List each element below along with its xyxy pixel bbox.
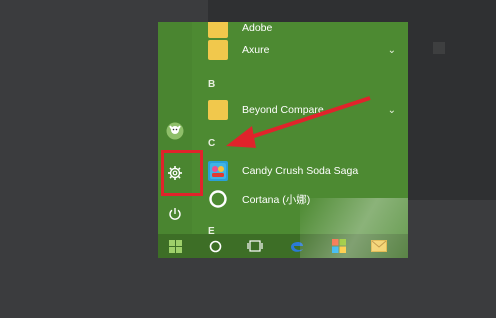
chevron-down-icon[interactable]: ⌄ <box>388 45 396 56</box>
candy-crush-icon <box>208 161 228 181</box>
power-icon[interactable] <box>164 203 186 225</box>
user-avatar-icon[interactable] <box>164 120 186 142</box>
chevron-down-icon[interactable]: ⌄ <box>388 105 396 116</box>
app-label: Beyond Compare <box>242 104 324 116</box>
app-label: Adobe <box>242 22 273 34</box>
cortana-icon <box>208 189 228 209</box>
start-left-rail <box>158 22 192 234</box>
folder-icon <box>208 40 228 60</box>
task-view-icon[interactable] <box>244 236 266 256</box>
app-label: Candy Crush Soda Saga <box>242 165 359 177</box>
search-circle-icon[interactable] <box>204 236 226 256</box>
section-letter-c[interactable]: C <box>208 138 215 149</box>
settings-highlight-box <box>161 150 203 196</box>
app-item-beyond-compare[interactable]: Beyond Compare ⌄ <box>208 96 408 124</box>
app-item-axure[interactable]: Axure ⌄ <box>208 36 408 64</box>
app-label: Axure <box>242 44 270 56</box>
screen-glare <box>300 198 408 258</box>
folder-icon <box>208 100 228 120</box>
section-letter-b[interactable]: B <box>208 79 215 90</box>
app-item-candy-crush[interactable]: Candy Crush Soda Saga <box>208 157 408 185</box>
windows-start-icon[interactable] <box>164 236 186 256</box>
background-element <box>433 42 445 54</box>
